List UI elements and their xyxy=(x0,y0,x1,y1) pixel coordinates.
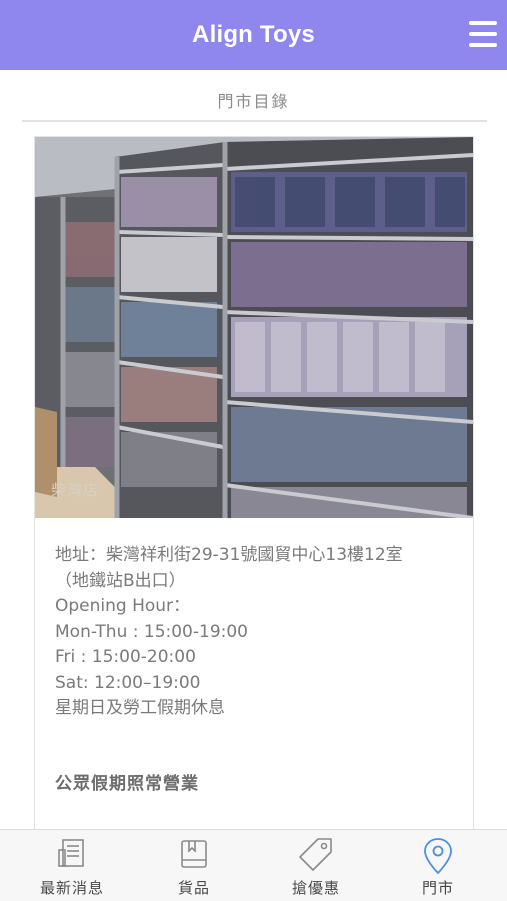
divider xyxy=(22,120,487,122)
hamburger-menu-icon[interactable] xyxy=(469,21,497,47)
opening-hours-line: Mon-Thu : 15:00-19:00 xyxy=(55,621,249,642)
store-photo: 柴灣店 xyxy=(35,137,473,518)
store-photo-watermark: 柴灣店 xyxy=(51,481,100,499)
book-icon xyxy=(181,840,207,868)
tag-icon xyxy=(299,838,332,871)
news-icon xyxy=(58,839,84,867)
bottom-tab-bar: 最新消息 貨品 搶優惠 門市 xyxy=(0,829,507,901)
public-holiday-note: 公眾假期照常營業 xyxy=(55,774,199,794)
tab-label: 門市 xyxy=(421,879,454,897)
tab-stores[interactable]: 門市 xyxy=(375,830,501,901)
opening-hours-line: Sat: 12:00–19:00 xyxy=(55,672,201,693)
opening-hours-line: 星期日及勞工假期休息 xyxy=(55,698,225,718)
tab-label: 貨品 xyxy=(177,879,210,897)
location-pin-icon xyxy=(424,838,452,875)
page-title: 門市目錄 xyxy=(217,92,290,111)
tab-news[interactable]: 最新消息 xyxy=(9,830,135,901)
opening-hours-line: Fri : 15:00-20:00 xyxy=(55,647,196,667)
app-header: Align Toys xyxy=(0,0,507,70)
tab-label: 最新消息 xyxy=(39,879,104,897)
tab-deals[interactable]: 搶優惠 xyxy=(253,830,379,901)
tab-label: 搶優惠 xyxy=(291,879,340,897)
store-address-note: （地鐵站B出口） xyxy=(55,570,186,591)
opening-hours-heading: Opening Hour： xyxy=(55,596,191,616)
app-title: Align Toys xyxy=(192,21,315,48)
tab-products[interactable]: 貨品 xyxy=(131,830,257,901)
store-card: 柴灣店 地址：柴灣祥利街29-31號國貿中心13樓12室 （地鐵站B出口） Op… xyxy=(34,136,474,857)
store-address: 地址：柴灣祥利街29-31號國貿中心13樓12室 xyxy=(55,545,403,565)
store-info: 地址：柴灣祥利街29-31號國貿中心13樓12室 （地鐵站B出口） Openin… xyxy=(55,543,465,722)
